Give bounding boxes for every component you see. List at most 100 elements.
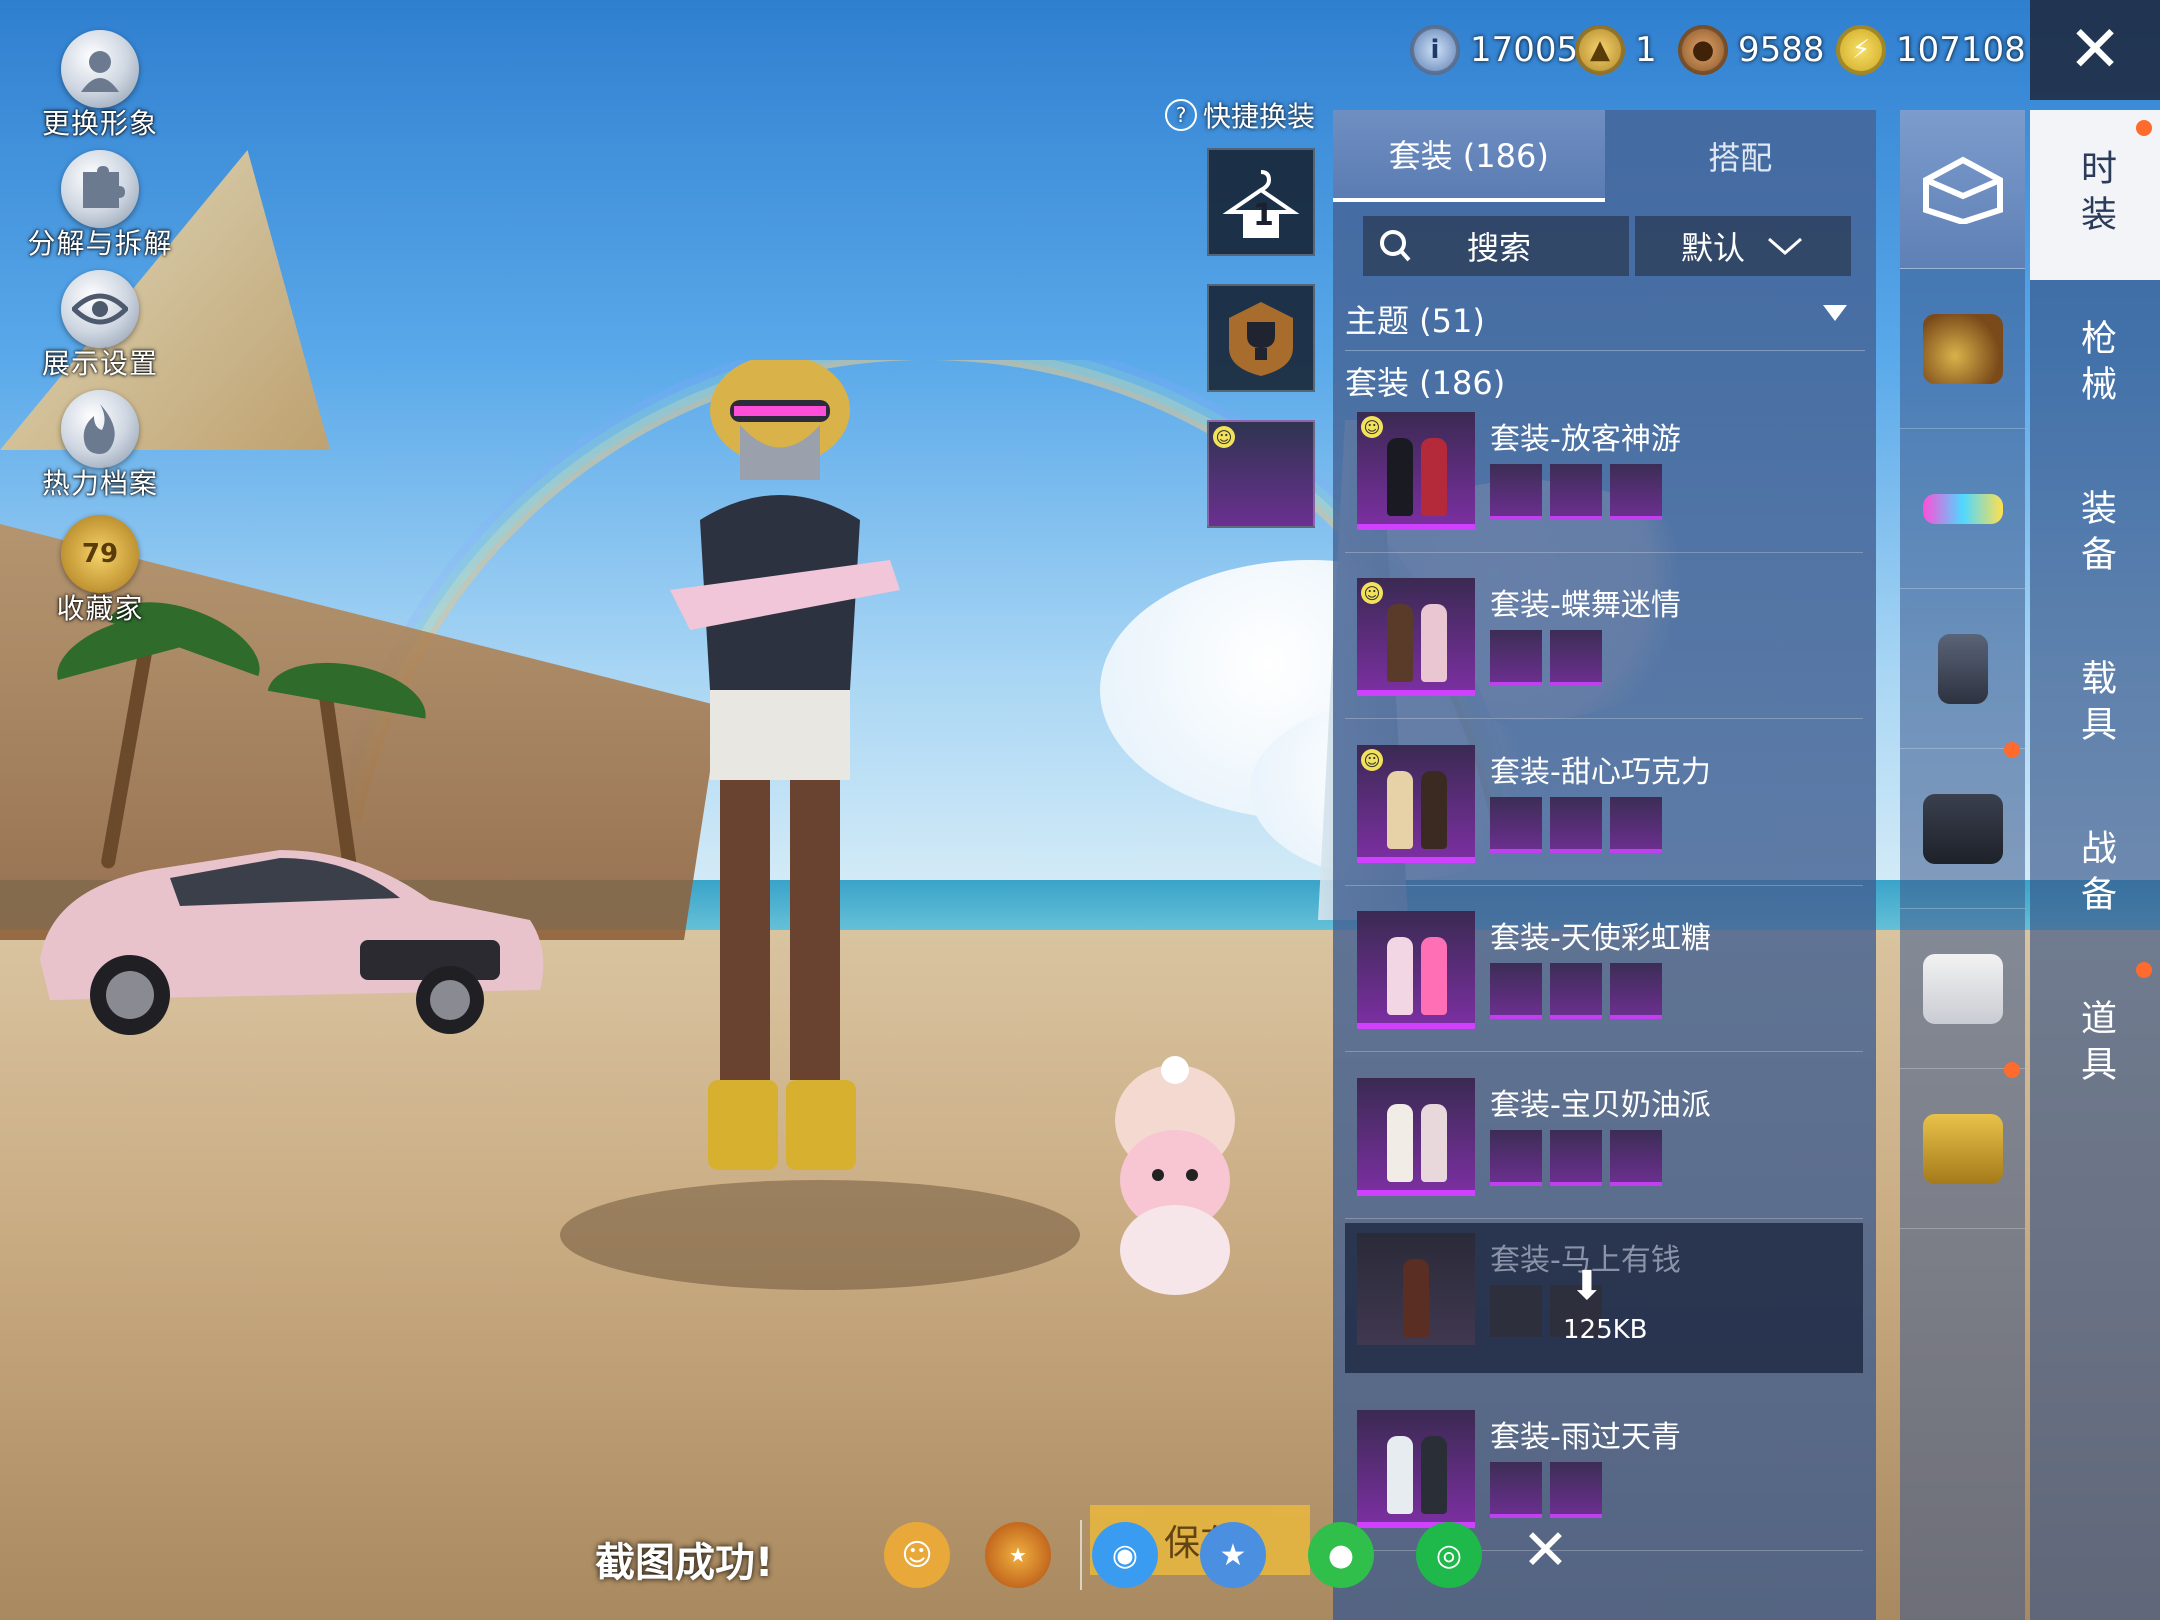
item-thumb [1490,630,1542,686]
figure [1387,1104,1413,1182]
qq-icon[interactable]: ◉ [1092,1522,1158,1588]
suit-title: 套装-天使彩虹糖 [1490,921,1711,956]
change-avatar-button[interactable]: 更换形象 [0,30,200,142]
help-icon: ? [1165,99,1197,131]
list-item[interactable]: ☺ 套装-蝶舞迷情 [1345,568,1863,719]
tab-equipment[interactable]: 装备 [2030,450,2160,620]
triangle-down-icon[interactable] [1823,305,1847,321]
suit-thumbnail: ☺ [1357,412,1475,530]
item-thumb [1550,963,1602,1019]
item-thumb [1550,797,1602,853]
list-item[interactable]: ☺ 套装-放客神游 [1345,402,1863,553]
quick-slot-outfit[interactable]: 1 [1207,148,1315,256]
tab-vehicles[interactable]: 载具 [2030,620,2160,790]
quick-change-label: 快捷换装 [1203,100,1316,133]
suit-title: 套装-放客神游 [1490,422,1681,457]
figure [1421,1436,1447,1514]
tab-items[interactable]: 道具 [2030,960,2160,1130]
item-thumb [1550,1462,1602,1518]
theme-header[interactable]: 主题 (51) [1345,296,1485,342]
item-thumb [1490,1285,1542,1337]
player-character [670,360,900,1170]
category-hat[interactable] [1900,270,2025,429]
puzzle-icon [61,150,139,228]
collector-badge-icon: 79 [61,515,139,593]
coin-lightning-icon: ⚡ [1836,25,1886,75]
sort-label: 默认 [1680,229,1745,267]
category-mask[interactable] [1900,590,2025,749]
list-item[interactable]: ☺ 套装-甜心巧克力 [1345,735,1863,886]
list-item-downloading[interactable]: 套装-马上有钱 ⬇ 125KB [1345,1223,1863,1374]
item-thumb [1490,1462,1542,1518]
profile-share-icon[interactable]: ☺ [884,1522,950,1588]
figure [1387,937,1413,1015]
suit-header: 套装 (186) [1345,364,1506,402]
item-thumb [1490,797,1542,853]
download-icon[interactable]: ⬇ [1570,1263,1604,1309]
figure [1387,604,1413,682]
smile-icon: ☺ [1361,749,1383,771]
tab-outfits[interactable]: 搭配 [1605,110,1877,202]
collector-button[interactable]: 79 收藏家 [0,515,200,627]
tab-battle-prep[interactable]: 战备 [2030,790,2160,960]
list-item[interactable]: 套装-宝贝奶油派 [1345,1068,1863,1219]
shoes-icon [1922,1114,2003,1184]
decompose-label: 分解与拆解 [27,227,173,260]
shorts-icon [1922,954,2003,1024]
moments-icon[interactable]: ◎ [1416,1522,1482,1588]
category-jacket[interactable] [1900,742,2025,909]
coin-blue-icon: i [1410,25,1460,75]
category-glasses[interactable] [1900,430,2025,589]
pink-car [40,850,544,1035]
quick-slot-outfit-preview[interactable]: ☺ [1207,420,1315,528]
wechat-icon[interactable]: ● [1308,1522,1374,1588]
category-shoes[interactable] [1900,1062,2025,1229]
suit-thumbnail [1357,1078,1475,1196]
currency-value: 9588 [1738,30,1825,70]
wardrobe-panel: 套装 (186) 搭配 搜索 默认 主题 (51) 套装 (186) ☺ 套装-… [1333,110,1876,1620]
sort-dropdown[interactable]: 默认 [1635,216,1851,276]
trophy-badge-icon [1229,302,1293,376]
heat-archive-button[interactable]: 热力档案 [0,390,200,502]
tab-suits[interactable]: 套装 (186) [1333,110,1605,202]
currency-value: 17005 [1470,30,1579,70]
figure [1421,1104,1447,1182]
suit-thumbnail: ☺ [1357,745,1475,863]
quick-change-help[interactable]: ? 快捷换装 [1165,95,1315,135]
currency-bronze: ● 9588 [1678,22,1825,78]
search-label: 搜索 [1467,229,1532,267]
flame-icon [61,390,139,468]
category-suit[interactable] [1900,110,2025,269]
item-thumb [1550,464,1602,520]
box-icon [1922,156,2003,224]
game-logo-icon[interactable]: ★ [985,1522,1051,1588]
divider [1080,1520,1082,1590]
quick-slot-trophy[interactable] [1207,284,1315,392]
smile-icon: ☺ [1361,416,1383,438]
item-thumb [1550,630,1602,686]
list-item[interactable]: 套装-雨过天青 [1345,1400,1863,1551]
figure [1387,1436,1413,1514]
display-settings-button[interactable]: 展示设置 [0,270,200,382]
search-input[interactable]: 搜索 [1363,216,1629,276]
suit-thumbnail [1357,911,1475,1029]
smile-icon: ☺ [1361,582,1383,604]
avatar-icon [61,30,139,108]
qzone-icon[interactable]: ★ [1200,1522,1266,1588]
item-thumb [1610,1130,1662,1186]
change-avatar-label: 更换形象 [41,107,158,140]
close-share-icon[interactable]: ✕ [1522,1518,1569,1583]
category-column [1900,110,2025,1620]
figure [1421,937,1447,1015]
decompose-button[interactable]: 分解与拆解 [0,150,200,262]
figure [1421,604,1447,682]
category-pants[interactable] [1900,910,2025,1069]
close-button[interactable]: ✕ [2030,0,2160,100]
list-item[interactable]: 套装-天使彩虹糖 [1345,901,1863,1052]
tab-weapons[interactable]: 枪械 [2030,280,2160,450]
coin-gold-badge-icon: ▲ [1575,25,1625,75]
suit-title: 套装-宝贝奶油派 [1490,1088,1711,1123]
item-thumb [1490,464,1542,520]
mask-icon [1937,634,1988,704]
suit-thumbnail: ☺ [1357,578,1475,696]
